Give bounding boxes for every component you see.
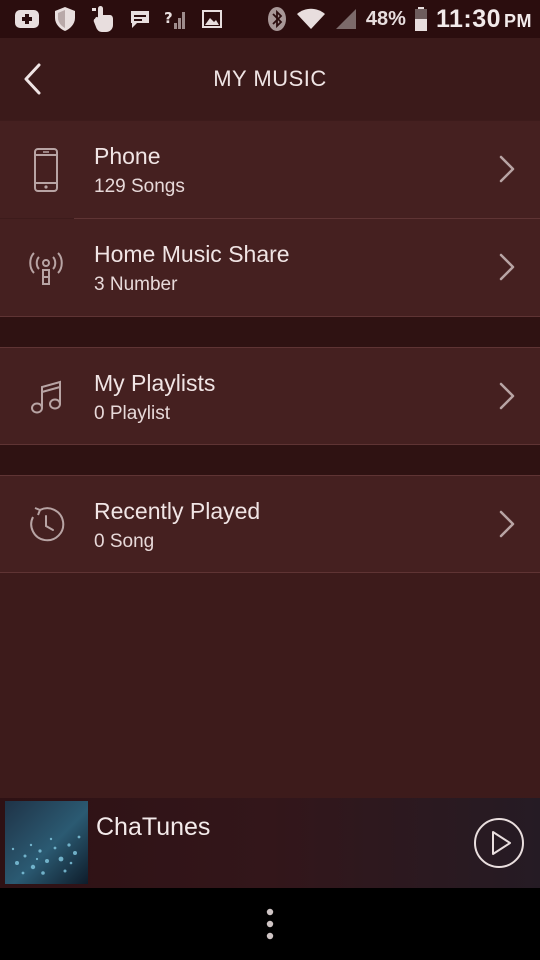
back-arrow-icon	[24, 63, 41, 95]
chevron-right-icon	[492, 249, 522, 285]
clock-ampm: PM	[504, 10, 532, 31]
mini-player[interactable]: ChaTunes	[0, 798, 540, 888]
row-divider	[0, 572, 540, 573]
battery-icon	[414, 6, 428, 32]
play-icon	[474, 818, 524, 868]
notification-icons: ?	[14, 5, 223, 33]
overflow-menu-button[interactable]	[255, 904, 285, 944]
health-app-icon	[14, 7, 40, 31]
chevron-right-icon	[492, 151, 522, 187]
wifi-icon	[296, 7, 326, 31]
message-icon	[129, 8, 151, 30]
phone-icon	[22, 146, 70, 194]
my-playlists-row[interactable]: My Playlists 0 Playlist	[0, 348, 540, 445]
bluetooth-icon	[266, 6, 288, 32]
chevron-right-icon	[492, 378, 522, 414]
page-title: MY MUSIC	[213, 66, 327, 91]
image-icon	[201, 8, 223, 30]
shield-icon	[53, 6, 77, 32]
album-art	[5, 801, 88, 884]
broadcast-icon	[22, 244, 70, 292]
player-title: ChaTunes	[96, 813, 211, 841]
back-button[interactable]	[12, 59, 52, 99]
system-icons: 48% 11:30 PM	[266, 5, 532, 34]
row-title: Phone	[94, 143, 161, 169]
row-title: My Playlists	[94, 370, 216, 396]
row-subtitle: 0 Playlist	[94, 403, 171, 424]
app-header: MY MUSIC	[0, 38, 540, 120]
clock-time: 11:30	[435, 4, 501, 33]
phone-row[interactable]: Phone 129 Songs	[0, 121, 540, 218]
svg-text:?: ?	[164, 9, 173, 27]
touch-gesture-icon	[90, 5, 116, 33]
row-title: Recently Played	[94, 498, 261, 524]
row-subtitle: 3 Number	[94, 274, 178, 295]
chevron-right-icon	[492, 506, 522, 542]
section-gap	[0, 445, 540, 475]
recently-played-row[interactable]: Recently Played 0 Song	[0, 476, 540, 573]
my-music-screen: MY MUSIC Phone 129 Songs Home Music Shar…	[0, 38, 540, 888]
section-gap	[0, 317, 540, 347]
navigation-bar	[0, 888, 540, 960]
play-button[interactable]	[473, 817, 525, 869]
status-clock: 11:30 PM	[436, 5, 532, 34]
more-vertical-icon	[266, 908, 274, 940]
home-music-share-row[interactable]: Home Music Share 3 Number	[0, 219, 540, 316]
cell-signal-icon	[334, 7, 358, 31]
row-subtitle: 129 Songs	[94, 176, 185, 197]
battery-percent: 48%	[365, 7, 406, 30]
music-note-icon	[22, 373, 70, 421]
clock-icon	[22, 501, 70, 549]
row-title: Home Music Share	[94, 241, 290, 267]
signal-unknown-icon: ?	[164, 7, 188, 31]
row-subtitle: 0 Song	[94, 531, 155, 552]
status-bar: ? 48% 11:30 PM	[0, 0, 540, 38]
